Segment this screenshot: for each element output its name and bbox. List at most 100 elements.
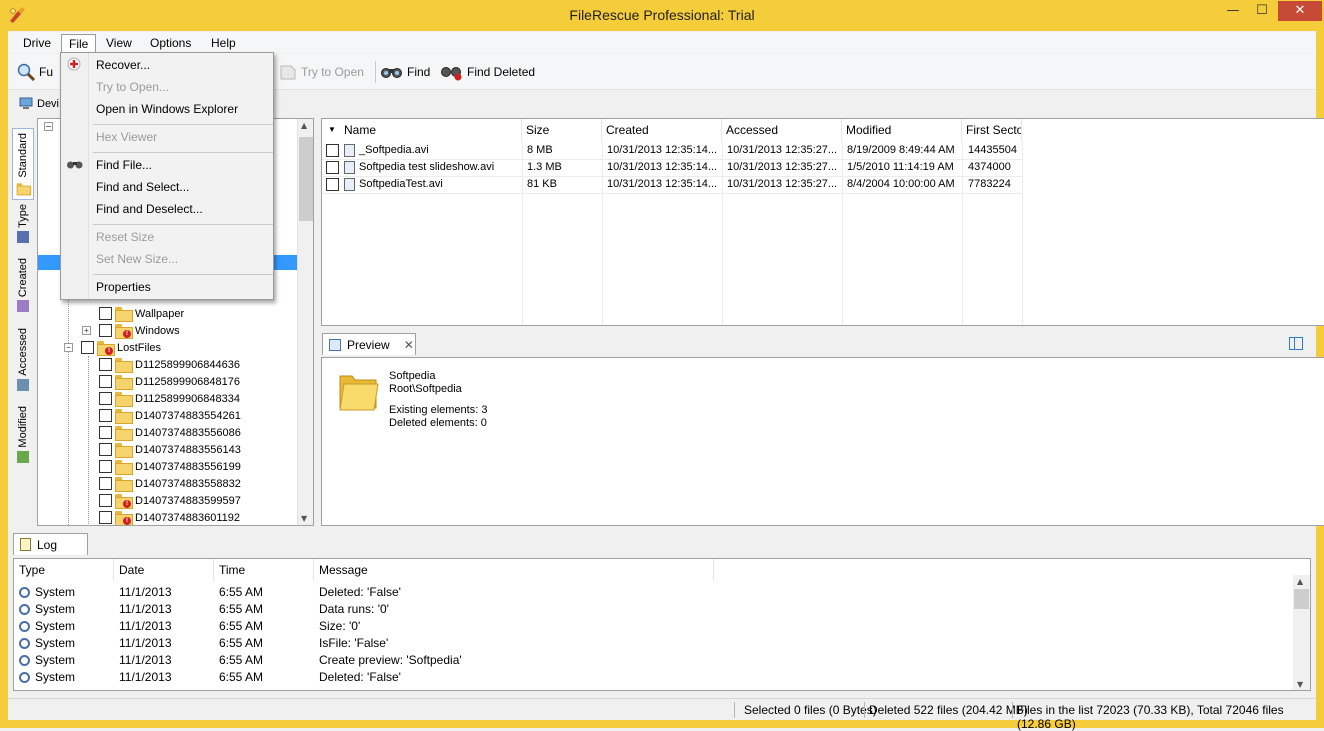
- file-modified-cell: 8/4/2004 10:00:00 AM: [847, 176, 959, 193]
- file-row[interactable]: _Softpedia.avi 8 MB 10/31/2013 12:35:14...…: [322, 142, 1324, 159]
- file-modified-cell: 8/19/2009 8:49:44 AM: [847, 142, 959, 159]
- menu-reset-size[interactable]: Reset Size: [96, 229, 154, 245]
- try-to-open-button[interactable]: Try to Open: [278, 63, 364, 81]
- title-bar[interactable]: FileRescue Professional: Trial — ☐ ✕: [0, 0, 1324, 32]
- tree-checkbox[interactable]: [99, 375, 112, 388]
- col-modified[interactable]: Modified: [842, 119, 962, 141]
- tab-type[interactable]: Type: [12, 204, 34, 252]
- file-list[interactable]: ▼ Name Size Created Accessed Modified Fi…: [321, 118, 1324, 326]
- tree-item[interactable]: D1407374883558832: [82, 475, 241, 492]
- find-deleted-button[interactable]: Find Deleted: [440, 63, 535, 81]
- file-created-cell: 10/31/2013 12:35:14...: [607, 159, 719, 176]
- log-row[interactable]: System 11/1/2013 6:55 AM IsFile: 'False': [14, 635, 1294, 652]
- tree-checkbox[interactable]: [99, 392, 112, 405]
- log-pane[interactable]: Type Date Time Message System 11/1/2013 6:…: [13, 558, 1311, 691]
- col-first-sector[interactable]: First Sector: [962, 119, 1022, 141]
- menu-file[interactable]: File: [61, 34, 97, 53]
- tab-accessed[interactable]: Accessed: [12, 328, 34, 398]
- col-created[interactable]: Created: [602, 119, 722, 141]
- log-col-message[interactable]: Message: [314, 559, 714, 581]
- log-col-time[interactable]: Time: [214, 559, 314, 581]
- tree-item[interactable]: D1407374883556199: [82, 458, 241, 475]
- tree-scrollbar[interactable]: ▲ ▼: [297, 119, 313, 525]
- menu-hex-viewer[interactable]: Hex Viewer: [96, 129, 157, 145]
- tree-checkbox[interactable]: [99, 443, 112, 456]
- tree-scroll-thumb[interactable]: [299, 137, 313, 221]
- menu-options[interactable]: Options: [143, 34, 198, 53]
- log-col-date[interactable]: Date: [114, 559, 214, 581]
- menu-set-new-size[interactable]: Set New Size...: [96, 251, 178, 267]
- log-row[interactable]: System 11/1/2013 6:55 AM Data runs: '0': [14, 601, 1294, 618]
- log-scrollbar[interactable]: ▲ ▼: [1293, 575, 1310, 690]
- tree-item[interactable]: D1407374883556143: [82, 441, 241, 458]
- panel-layout-icon[interactable]: [1289, 337, 1303, 350]
- tree-checkbox[interactable]: [99, 494, 112, 507]
- tree-checkbox[interactable]: [99, 511, 112, 524]
- file-row[interactable]: Softpedia test slideshow.avi 1.3 MB 10/31/…: [322, 159, 1324, 176]
- scroll-down-icon[interactable]: ▼: [301, 514, 307, 523]
- tree-item[interactable]: D1407374883554261: [82, 407, 241, 424]
- menu-recover[interactable]: Recover...: [96, 57, 150, 73]
- col-size[interactable]: Size: [522, 119, 602, 141]
- folder-icon: [115, 426, 133, 441]
- tree-collapse-icon[interactable]: −: [44, 122, 53, 131]
- tree-expander-icon[interactable]: +: [82, 326, 91, 335]
- menu-properties[interactable]: Properties: [96, 279, 151, 295]
- log-row[interactable]: System 11/1/2013 6:55 AM Deleted: 'False': [14, 669, 1294, 686]
- file-menu-dropdown[interactable]: Recover... Try to Open... Open in Window…: [60, 52, 274, 300]
- tab-log[interactable]: Log: [13, 533, 88, 555]
- tree-item[interactable]: ! D1407374883601192: [82, 509, 240, 525]
- tab-preview[interactable]: Preview ✕: [322, 333, 416, 355]
- tree-expander-icon[interactable]: −: [64, 343, 73, 352]
- file-checkbox[interactable]: [326, 161, 339, 174]
- tree-item[interactable]: D1125899906848176: [82, 373, 240, 390]
- menu-find-file[interactable]: Find File...: [96, 157, 152, 173]
- close-preview-icon[interactable]: ✕: [404, 338, 414, 352]
- tree-item[interactable]: Wallpaper: [82, 305, 184, 322]
- tree-item[interactable]: ! D1407374883599597: [82, 492, 241, 509]
- tree-checkbox[interactable]: [99, 426, 112, 439]
- tree-item[interactable]: +! Windows: [82, 322, 180, 339]
- find-button[interactable]: Find: [380, 63, 430, 81]
- full-scan-button[interactable]: Fu: [16, 63, 53, 81]
- scroll-up-icon[interactable]: ▲: [1297, 577, 1303, 586]
- tree-checkbox[interactable]: [99, 460, 112, 473]
- device-selector[interactable]: Devi: [18, 95, 59, 113]
- log-row[interactable]: System 11/1/2013 6:55 AM Deleted: 'False': [14, 584, 1294, 601]
- tree-checkbox[interactable]: [99, 477, 112, 490]
- tab-modified[interactable]: Modified: [12, 406, 34, 468]
- menu-view[interactable]: View: [99, 34, 139, 53]
- close-button[interactable]: ✕: [1278, 1, 1322, 21]
- menu-find-and-deselect[interactable]: Find and Deselect...: [96, 201, 203, 217]
- col-accessed[interactable]: Accessed: [722, 119, 842, 141]
- scroll-up-icon[interactable]: ▲: [301, 121, 307, 130]
- file-checkbox[interactable]: [326, 144, 339, 157]
- log-col-type[interactable]: Type: [14, 559, 114, 581]
- tab-created[interactable]: Created: [12, 258, 34, 322]
- menu-open-in-explorer[interactable]: Open in Windows Explorer: [96, 101, 238, 117]
- tree-checkbox[interactable]: [99, 409, 112, 422]
- tree-item[interactable]: D1125899906848334: [82, 390, 240, 407]
- tree-item[interactable]: D1125899906844636: [82, 356, 240, 373]
- log-row[interactable]: System 11/1/2013 6:55 AM Create preview: 'S…: [14, 652, 1294, 669]
- log-scroll-thumb[interactable]: [1294, 589, 1309, 609]
- log-row[interactable]: System 11/1/2013 6:55 AM Size: '0': [14, 618, 1294, 635]
- tree-checkbox[interactable]: [99, 307, 112, 320]
- tree-checkbox[interactable]: [81, 341, 94, 354]
- scroll-down-icon[interactable]: ▼: [1297, 680, 1303, 689]
- menu-try-to-open[interactable]: Try to Open...: [96, 79, 169, 95]
- tree-checkbox[interactable]: [99, 358, 112, 371]
- file-checkbox[interactable]: [326, 178, 339, 191]
- tab-standard[interactable]: Standard: [12, 128, 34, 200]
- menu-drive[interactable]: Drive: [16, 34, 58, 53]
- tree-item[interactable]: D1407374883556086: [82, 424, 241, 441]
- col-name[interactable]: ▼ Name: [322, 119, 522, 141]
- tree-checkbox[interactable]: [99, 324, 112, 337]
- file-row[interactable]: SoftpediaTest.avi 81 KB 10/31/2013 12:35:1…: [322, 176, 1324, 193]
- maximize-button[interactable]: ☐: [1249, 1, 1275, 21]
- tree-item-label: Windows: [135, 324, 180, 337]
- minimize-button[interactable]: —: [1220, 1, 1246, 21]
- menu-help[interactable]: Help: [204, 34, 243, 53]
- tree-item[interactable]: −! LostFiles: [64, 339, 161, 356]
- menu-find-and-select[interactable]: Find and Select...: [96, 179, 189, 195]
